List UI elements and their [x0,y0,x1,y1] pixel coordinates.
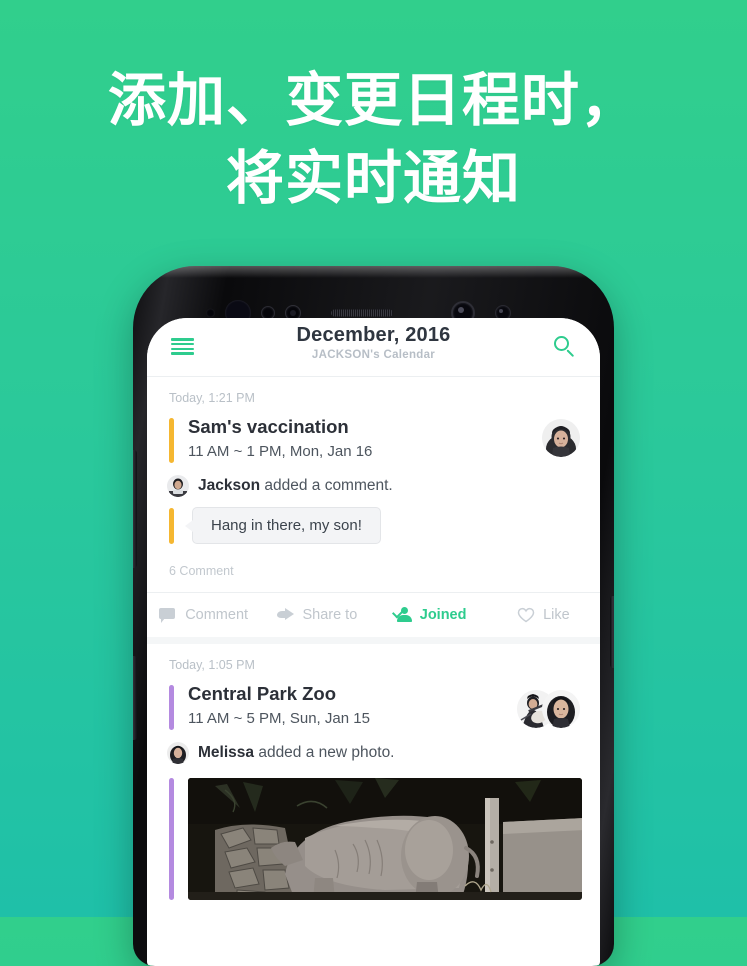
activity-text: Jackson added a comment. [198,477,393,495]
share-button[interactable]: Share to [260,607,373,623]
app-bar: December, 2016 JACKSON's Calendar [147,318,600,377]
event-accent-bar [169,418,174,463]
avatar-image [542,690,580,728]
calendar-owner-subtitle: JACKSON's Calendar [311,349,436,361]
feed-card: Today, 1:05 PM Central Park Zoo 11 AM ~ … [147,644,600,900]
comment-count[interactable]: 6 Comment [147,544,600,592]
comment-bubble[interactable]: Hang in there, my son! [183,507,381,544]
comment-button[interactable]: Comment [147,607,260,623]
avatar[interactable] [542,419,580,457]
event-time-range: 11 AM ~ 5 PM, Sun, Jan 15 [188,710,370,727]
avatar-image [167,742,189,764]
photo-image [188,778,582,900]
headline-line-1: 添加、变更日程时， [107,68,639,133]
event-title: Central Park Zoo [188,683,337,704]
joined-button-label: Joined [419,607,467,623]
avatar-group[interactable] [517,686,580,728]
headline-line-2: 将实时通知 [225,146,521,211]
activity-action: added a new photo. [254,744,395,761]
heart-icon [517,607,535,623]
activity-author: Melissa [198,744,255,761]
comment-button-label: Comment [185,607,249,623]
event-details: Sam's vaccination 11 AM ~ 1 PM, Mon, Jan… [188,415,542,462]
avatar-image [167,475,189,497]
event-row[interactable]: Sam's vaccination 11 AM ~ 1 PM, Mon, Jan… [147,415,600,463]
phone-screen: December, 2016 JACKSON's Calendar Today,… [147,318,600,966]
comment-icon [159,607,177,623]
rhinoceros-zoo-photo[interactable] [188,778,582,900]
activity-row: Melissa added a new photo. [147,730,600,764]
card-action-bar: Comment Share to Joined Like [147,592,600,644]
calendar-feed: Today, 1:21 PM Sam's vaccination 11 AM ~… [147,377,600,900]
volume-down-button[interactable] [133,656,137,740]
avatar[interactable] [542,690,580,728]
activity-row: Jackson added a comment. [147,463,600,497]
activity-author: Jackson [198,477,261,494]
activity-action: added a comment. [260,477,393,494]
comment-accent-bar [169,507,174,544]
like-button-label: Like [543,607,570,623]
search-icon[interactable] [554,336,576,358]
card-timestamp: Today, 1:05 PM [169,658,255,672]
event-time-range: 11 AM ~ 1 PM, Mon, Jan 16 [188,443,373,460]
avatar[interactable] [167,475,189,497]
share-button-label: Share to [302,607,358,623]
comment-bubble-row: Hang in there, my son! [147,497,600,544]
page-title: December, 2016 [296,324,451,346]
led-indicator-icon [206,308,215,318]
share-icon [276,607,295,623]
event-details: Central Park Zoo 11 AM ~ 5 PM, Sun, Jan … [188,682,517,729]
avatar[interactable] [167,742,189,764]
joined-button[interactable]: Joined [374,606,487,623]
earpiece-speaker-icon [331,309,393,317]
event-accent-bar [169,778,174,900]
like-button[interactable]: Like [487,607,600,623]
event-row[interactable]: Central Park Zoo 11 AM ~ 5 PM, Sun, Jan … [147,682,600,730]
joined-person-check-icon [391,606,412,623]
event-title: Sam's vaccination [188,416,349,437]
page-headline: 添加、变更日程时， 将实时通知 [0,62,747,218]
volume-up-button[interactable] [133,450,137,568]
search-handle [566,349,575,358]
activity-text: Melissa added a new photo. [198,744,395,762]
event-accent-bar [169,685,174,730]
frame-gloss [133,266,614,278]
feed-card: Today, 1:21 PM Sam's vaccination 11 AM ~… [147,377,600,644]
photo-row [147,764,600,900]
avatar-image [542,419,580,457]
app-bar-titles: December, 2016 JACKSON's Calendar [147,324,600,361]
power-button[interactable] [610,596,614,668]
phone-device-frame: December, 2016 JACKSON's Calendar Today,… [133,266,614,966]
card-timestamp: Today, 1:21 PM [169,391,255,405]
